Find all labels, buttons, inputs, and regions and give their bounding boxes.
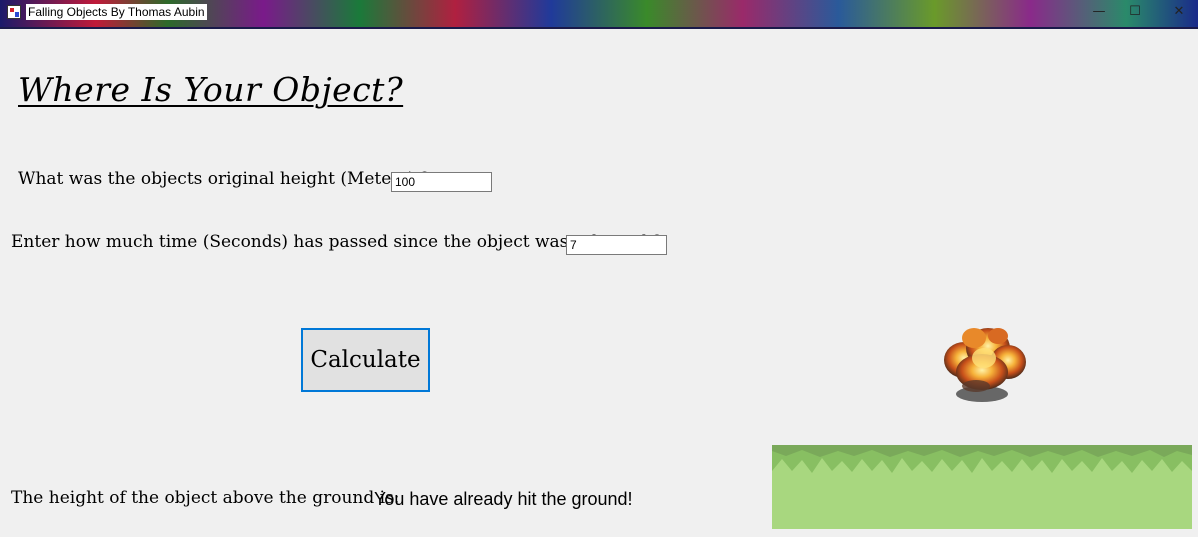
time-input[interactable] — [566, 235, 667, 255]
app-icon[interactable] — [7, 5, 21, 19]
page-title: Where Is Your Object? — [18, 70, 404, 109]
close-icon[interactable]: ✕ — [1164, 2, 1194, 22]
explosion-image — [944, 328, 1026, 402]
maximize-icon[interactable]: ☐ — [1120, 2, 1150, 22]
height-question-label: What was the objects original height (Me… — [18, 169, 430, 189]
main-window: Falling Objects By Thomas Aubin — ☐ ✕ Wh… — [0, 0, 1198, 537]
height-input[interactable] — [391, 172, 492, 192]
time-question-label: Enter how much time (Seconds) has passed… — [11, 232, 662, 252]
calculate-button[interactable]: Calculate — [301, 328, 430, 392]
result-value: You have already hit the ground! — [374, 489, 633, 509]
window-title: Falling Objects By Thomas Aubin — [26, 4, 207, 20]
result-label: The height of the object above the groun… — [11, 488, 400, 508]
minimize-icon[interactable]: — — [1084, 2, 1114, 22]
grass-ground-image — [772, 445, 1192, 529]
title-bar[interactable]: Falling Objects By Thomas Aubin — ☐ ✕ — [0, 0, 1198, 29]
